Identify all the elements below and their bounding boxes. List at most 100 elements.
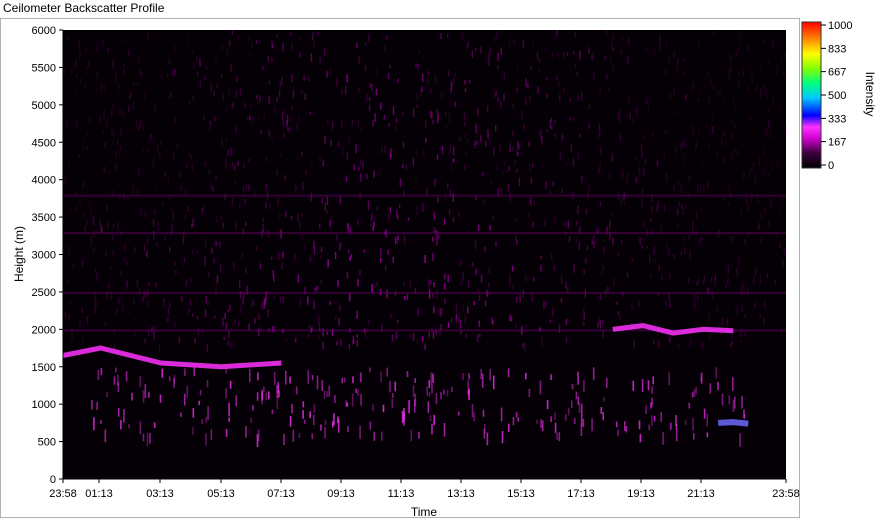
backscatter-speckle: [153, 331, 155, 340]
backscatter-speckle: [392, 105, 395, 115]
backscatter-speckle: [495, 241, 497, 247]
backscatter-speckle: [514, 218, 517, 222]
backscatter-speckle: [638, 162, 640, 171]
backscatter-speckle: [106, 118, 108, 128]
backscatter-speckle: [201, 208, 204, 215]
backscatter-speckle: [81, 259, 84, 267]
backscatter-speckle: [298, 35, 301, 42]
backscatter-speckle: [692, 124, 694, 131]
backscatter-speckle: [235, 90, 238, 98]
backscatter-speckle: [464, 80, 466, 85]
low-return: [501, 431, 504, 444]
backscatter-speckle: [546, 129, 549, 133]
backscatter-speckle: [488, 282, 490, 288]
backscatter-speckle: [326, 209, 329, 214]
backscatter-speckle: [271, 134, 273, 141]
low-return: [471, 404, 474, 418]
backscatter-speckle: [782, 259, 784, 268]
low-return: [100, 419, 102, 424]
backscatter-speckle: [227, 341, 229, 346]
colorbar-tick-label: 1000: [828, 20, 852, 32]
y-tick-label: 4000: [32, 175, 56, 187]
backscatter-speckle: [391, 334, 394, 342]
backscatter-speckle: [496, 163, 498, 171]
backscatter-speckle: [301, 235, 304, 240]
low-return: [703, 408, 706, 419]
backscatter-speckle: [665, 129, 667, 134]
backscatter-speckle: [282, 111, 284, 120]
backscatter-speckle: [317, 31, 320, 37]
backscatter-speckle: [368, 104, 371, 112]
backscatter-speckle: [567, 220, 569, 229]
backscatter-speckle: [139, 120, 141, 129]
backscatter-speckle: [372, 120, 374, 127]
backscatter-speckle: [394, 237, 397, 245]
backscatter-speckle: [189, 298, 192, 306]
backscatter-speckle: [683, 237, 686, 242]
low-return: [489, 369, 491, 381]
low-return: [115, 367, 117, 373]
colorbar-tick-label: 333: [828, 113, 846, 125]
backscatter-speckle: [505, 169, 507, 173]
backscatter-speckle: [433, 126, 435, 131]
backscatter-speckle: [665, 300, 667, 306]
backscatter-speckle: [173, 45, 176, 54]
backscatter-speckle: [337, 142, 340, 147]
backscatter-speckle: [665, 244, 668, 248]
backscatter-speckle: [285, 337, 288, 343]
backscatter-speckle: [299, 221, 301, 230]
backscatter-speckle: [228, 88, 231, 95]
backscatter-speckle: [716, 89, 719, 98]
low-return: [292, 429, 295, 442]
backscatter-speckle: [598, 124, 601, 130]
backscatter-speckle: [337, 280, 339, 287]
backscatter-speckle: [493, 37, 496, 41]
low-return: [743, 414, 746, 420]
backscatter-speckle: [569, 98, 571, 102]
low-return: [149, 433, 151, 444]
backscatter-speckle: [258, 313, 260, 320]
backscatter-speckle: [545, 302, 547, 306]
backscatter-speckle: [319, 56, 321, 63]
backscatter-speckle: [626, 272, 629, 277]
backscatter-speckle: [262, 217, 264, 223]
low-return: [392, 393, 394, 398]
backscatter-speckle: [463, 164, 466, 170]
backscatter-speckle: [541, 162, 544, 167]
backscatter-speckle: [480, 134, 482, 143]
backscatter-speckle: [75, 120, 78, 128]
backscatter-speckle: [688, 175, 690, 182]
backscatter-speckle: [364, 41, 367, 46]
low-return: [360, 372, 362, 383]
backscatter-speckle: [666, 175, 668, 183]
backscatter-speckle: [154, 209, 156, 214]
backscatter-speckle: [159, 141, 162, 146]
backscatter-speckle: [482, 172, 484, 176]
backscatter-speckle: [390, 148, 392, 157]
backscatter-speckle: [692, 131, 694, 138]
backscatter-speckle: [281, 78, 283, 86]
low-return: [468, 373, 470, 380]
backscatter-speckle: [392, 256, 394, 263]
backscatter-speckle: [483, 199, 485, 205]
backscatter-speckle: [243, 163, 245, 169]
backscatter-speckle: [699, 89, 702, 94]
backscatter-speckle: [86, 145, 89, 150]
low-return: [346, 402, 349, 407]
backscatter-speckle: [495, 31, 498, 40]
backscatter-speckle: [225, 107, 227, 112]
backscatter-speckle: [229, 341, 232, 348]
backscatter-speckle: [260, 129, 262, 135]
backscatter-speckle: [687, 278, 690, 283]
backscatter-speckle: [474, 240, 477, 250]
colorbar-tick-label: 0: [828, 160, 834, 172]
backscatter-speckle: [283, 108, 285, 117]
backscatter-speckle: [763, 316, 765, 326]
backscatter-speckle: [759, 314, 761, 318]
backscatter-speckle: [234, 318, 236, 324]
low-return: [706, 413, 708, 427]
backscatter-speckle: [768, 171, 770, 179]
backscatter-speckle: [738, 70, 740, 77]
backscatter-speckle: [651, 205, 653, 215]
backscatter-speckle: [84, 225, 86, 232]
